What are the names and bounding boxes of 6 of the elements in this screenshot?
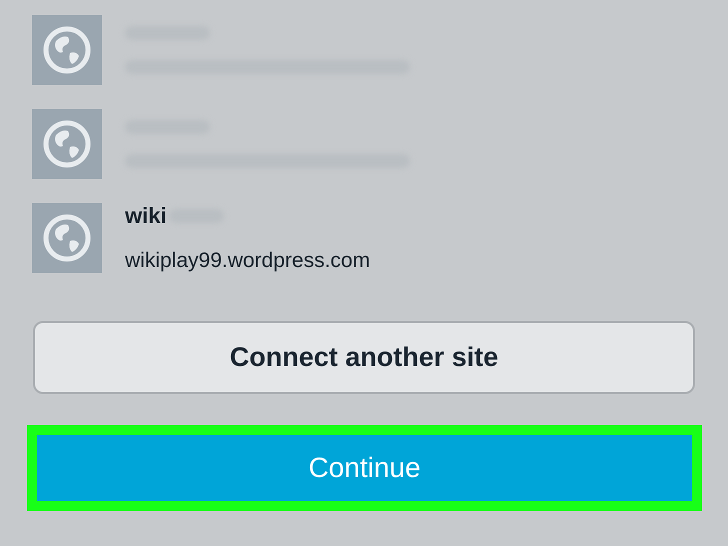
globe-icon bbox=[32, 203, 102, 273]
globe-icon bbox=[32, 15, 102, 85]
connect-site-button[interactable]: Connect another site bbox=[33, 321, 695, 394]
site-url: wikiplay99.wordpress.com bbox=[125, 249, 370, 273]
globe-icon bbox=[32, 109, 102, 179]
site-name: wiki bbox=[125, 203, 167, 229]
